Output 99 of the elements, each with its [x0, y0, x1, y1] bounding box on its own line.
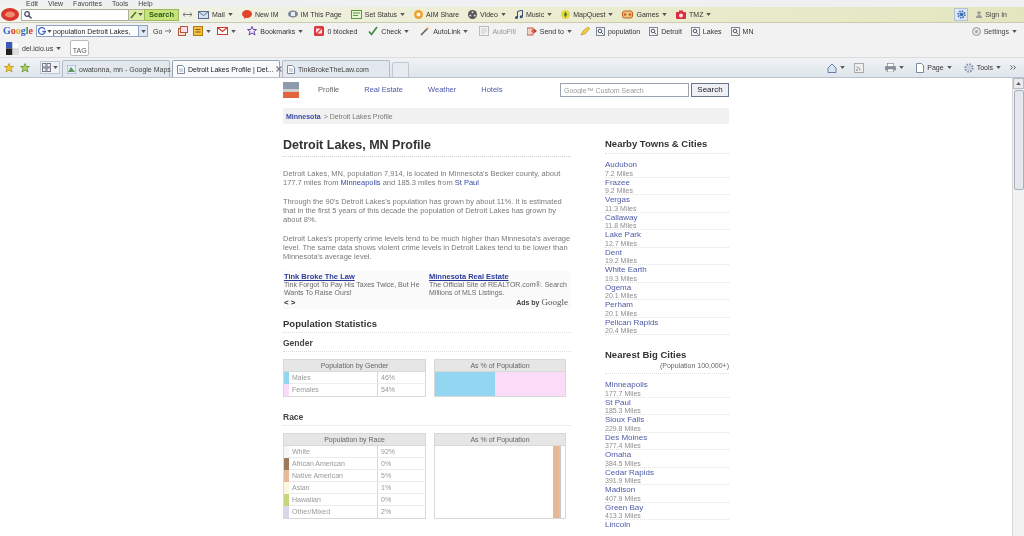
arrow-up-icon	[1016, 82, 1021, 85]
caret-icon	[996, 66, 1001, 69]
site-logo-icon[interactable]	[283, 82, 299, 98]
town-link[interactable]: Dent	[605, 247, 729, 257]
status-icon	[350, 10, 362, 19]
logo-text: Google	[3, 26, 33, 36]
camera-icon	[676, 10, 687, 19]
game-icon	[622, 10, 634, 19]
search-button[interactable]: Search	[691, 83, 729, 97]
next-ad-button[interactable]: >	[290, 298, 296, 307]
town-link[interactable]: Green Bay	[605, 502, 729, 512]
chevron-icon[interactable]	[1010, 65, 1016, 70]
caret-icon	[231, 29, 237, 33]
page-icon	[177, 64, 185, 74]
town-link[interactable]: Perham	[605, 300, 729, 310]
caret-icon	[840, 66, 846, 69]
home-icon	[827, 62, 838, 73]
scrollbar-thumb[interactable]	[1013, 90, 1024, 190]
search-page-icon	[730, 26, 740, 36]
town-link[interactable]: Sioux Falls	[605, 415, 729, 425]
search-menu-button[interactable]	[37, 26, 53, 36]
highlighter-icon[interactable]	[579, 26, 590, 36]
town-link[interactable]: Des Moines	[605, 432, 729, 442]
blocked-icon	[314, 26, 325, 36]
subsection-heading: Gender	[283, 337, 571, 352]
person-icon	[976, 11, 983, 18]
add-favorite-icon[interactable]	[20, 62, 30, 73]
caret-icon	[56, 46, 62, 50]
feed-icon[interactable]	[854, 62, 865, 73]
caret-icon	[138, 13, 143, 16]
music-note-icon	[514, 10, 523, 19]
sidebar-heading: Nearest Big Cities	[605, 349, 688, 361]
search-page-icon	[690, 26, 700, 36]
share-icon	[414, 10, 424, 19]
tab-grid-icon	[42, 63, 51, 72]
star-icon	[247, 26, 258, 36]
town-link[interactable]: Vergas	[605, 195, 729, 205]
town-link[interactable]: Pelican Rapids	[605, 317, 729, 327]
town-link[interactable]: White Earth	[605, 265, 729, 275]
chat-icon	[241, 10, 252, 19]
town-link[interactable]: Frazee	[605, 177, 729, 187]
sidebar-heading: Nearby Towns & Cities	[605, 138, 729, 154]
wand-icon	[420, 26, 431, 36]
caret-icon	[946, 66, 952, 69]
caret-icon	[1012, 29, 1017, 33]
pen-icon	[130, 10, 137, 19]
form-icon	[479, 26, 490, 36]
arrow-icon	[165, 28, 174, 34]
town-link[interactable]: Ogema	[605, 282, 729, 292]
settings-button[interactable]	[954, 8, 969, 21]
town-link[interactable]: Omaha	[605, 450, 729, 460]
send-icon	[526, 26, 537, 36]
check-icon	[368, 26, 379, 36]
envelope-icon	[198, 10, 210, 19]
mail-icon	[217, 27, 229, 35]
caret-icon	[47, 29, 52, 33]
town-link[interactable]: Cedar Rapids	[605, 467, 729, 477]
town-link[interactable]: St Paul	[605, 397, 729, 407]
favorites-star-icon[interactable]	[4, 62, 14, 73]
compass-icon	[561, 10, 571, 19]
tab-list-button[interactable]	[40, 61, 60, 74]
scroll-up-button[interactable]	[1013, 78, 1024, 89]
town-link[interactable]: Minneapolis	[605, 380, 729, 390]
page-icon	[287, 64, 295, 74]
film-reel-icon	[468, 10, 478, 19]
provider-logo-text: Google	[541, 297, 568, 308]
bar-segment	[435, 371, 495, 396]
town-link[interactable]: Lake Park	[605, 230, 729, 240]
page-icon	[916, 62, 925, 73]
printer-icon	[885, 63, 897, 72]
logo-icon[interactable]	[1, 8, 19, 21]
search-engine-icon	[38, 27, 46, 35]
search-page-icon	[595, 26, 605, 36]
notes-icon	[193, 26, 204, 36]
settings-icon	[971, 26, 981, 36]
search-page-icon	[649, 26, 659, 36]
gear-icon	[956, 10, 966, 19]
town-link[interactable]: Lincoln	[605, 520, 729, 530]
popup-icon[interactable]	[178, 26, 189, 36]
caret-icon	[899, 66, 905, 69]
search-icon	[24, 10, 32, 19]
subsection-heading: Race	[283, 411, 571, 426]
caret-icon	[206, 29, 212, 33]
chat-page-icon	[287, 10, 298, 19]
town-link[interactable]: Audubon	[605, 160, 729, 170]
search-options-button[interactable]	[129, 8, 144, 21]
scrollbar[interactable]	[1012, 78, 1024, 536]
dropdown-button[interactable]	[138, 26, 147, 36]
gear-icon	[963, 62, 974, 73]
section-heading: Population Statistics	[283, 317, 571, 333]
search-field[interactable]	[21, 8, 129, 21]
arrows-icon[interactable]	[183, 11, 193, 18]
caret-icon	[53, 66, 58, 69]
map-icon	[67, 64, 76, 74]
town-link[interactable]: Madison	[605, 485, 729, 495]
town-link[interactable]: Callaway	[605, 212, 729, 222]
previous-ad-button[interactable]: <	[284, 298, 289, 307]
caret-icon	[140, 29, 146, 33]
page-title: Detroit Lakes, MN Profile	[283, 138, 571, 157]
